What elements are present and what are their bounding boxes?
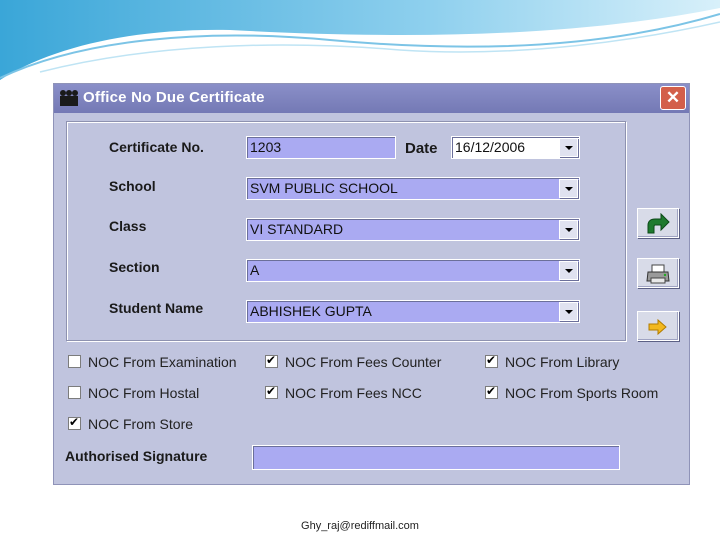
section-select[interactable]: A (246, 259, 580, 282)
certificate-no-field[interactable]: 1203 (246, 136, 396, 159)
school-label: School (109, 178, 156, 194)
forward-button[interactable] (637, 208, 679, 238)
noc-hostal-checkbox[interactable]: NOC From Hostal (68, 385, 199, 401)
noc-library-checkbox[interactable]: NOC From Library (485, 353, 620, 370)
checkbox-label: NOC From Library (505, 354, 620, 370)
date-label: Date (405, 140, 438, 157)
print-button[interactable] (637, 258, 679, 288)
decorative-swoosh (0, 0, 720, 80)
printer-icon (645, 264, 671, 289)
window-title: Office No Due Certificate (83, 89, 265, 106)
noc-examination-checkbox[interactable]: NOC From Examination (68, 354, 237, 370)
exit-arrow-icon (645, 318, 671, 342)
student-name-label: Student Name (109, 300, 204, 316)
chevron-down-icon[interactable] (559, 261, 578, 280)
checkbox-box[interactable] (485, 353, 498, 368)
checkbox-label: NOC From Hostal (88, 385, 200, 401)
chevron-down-icon[interactable] (559, 179, 578, 198)
school-value: SVM PUBLIC SCHOOL (250, 180, 398, 196)
section-value: A (250, 262, 260, 278)
authorised-signature-field[interactable] (252, 445, 620, 470)
checkbox-box[interactable] (485, 384, 498, 399)
date-select[interactable]: 16/12/2006 (451, 136, 580, 159)
close-button[interactable]: ✕ (660, 86, 686, 110)
checkbox-box[interactable] (68, 386, 81, 399)
noc-fees-counter-checkbox[interactable]: NOC From Fees Counter (265, 353, 442, 370)
checkbox-box[interactable] (265, 384, 278, 399)
authorised-signature-label: Authorised Signature (65, 448, 208, 464)
exit-button[interactable] (637, 311, 679, 341)
student-name-select[interactable]: ABHISHEK GUPTA (246, 300, 580, 323)
certificate-no-label: Certificate No. (109, 139, 204, 155)
section-label: Section (109, 259, 160, 275)
date-value: 16/12/2006 (455, 139, 526, 155)
class-label: Class (109, 218, 147, 234)
checkbox-label: NOC From Examination (88, 354, 237, 370)
chevron-down-icon[interactable] (559, 220, 578, 239)
noc-sports-room-checkbox[interactable]: NOC From Sports Room (485, 384, 659, 401)
chevron-down-icon[interactable] (559, 138, 578, 157)
forward-arrow-icon (645, 212, 671, 239)
student-name-value: ABHISHEK GUPTA (250, 303, 372, 319)
checkbox-box[interactable] (68, 415, 81, 430)
school-select[interactable]: SVM PUBLIC SCHOOL (246, 177, 580, 200)
title-bar: Office No Due Certificate ✕ (54, 84, 689, 113)
noc-fees-ncc-checkbox[interactable]: NOC From Fees NCC (265, 384, 422, 401)
chevron-down-icon[interactable] (559, 302, 578, 321)
checkbox-box[interactable] (68, 355, 81, 368)
checkbox-label: NOC From Fees NCC (285, 385, 422, 401)
checkbox-label: NOC From Fees Counter (285, 354, 442, 370)
class-select[interactable]: VI STANDARD (246, 218, 580, 241)
footer-email: Ghy_raj@rediffmail.com (301, 520, 419, 532)
certificate-window: Office No Due Certificate ✕ Certificate … (53, 83, 690, 485)
checkbox-label: NOC From Sports Room (505, 385, 659, 401)
checkbox-label: NOC From Store (88, 416, 194, 432)
noc-store-checkbox[interactable]: NOC From Store (68, 415, 194, 432)
checkbox-box[interactable] (265, 353, 278, 368)
people-icon (58, 89, 80, 112)
class-value: VI STANDARD (250, 221, 344, 237)
